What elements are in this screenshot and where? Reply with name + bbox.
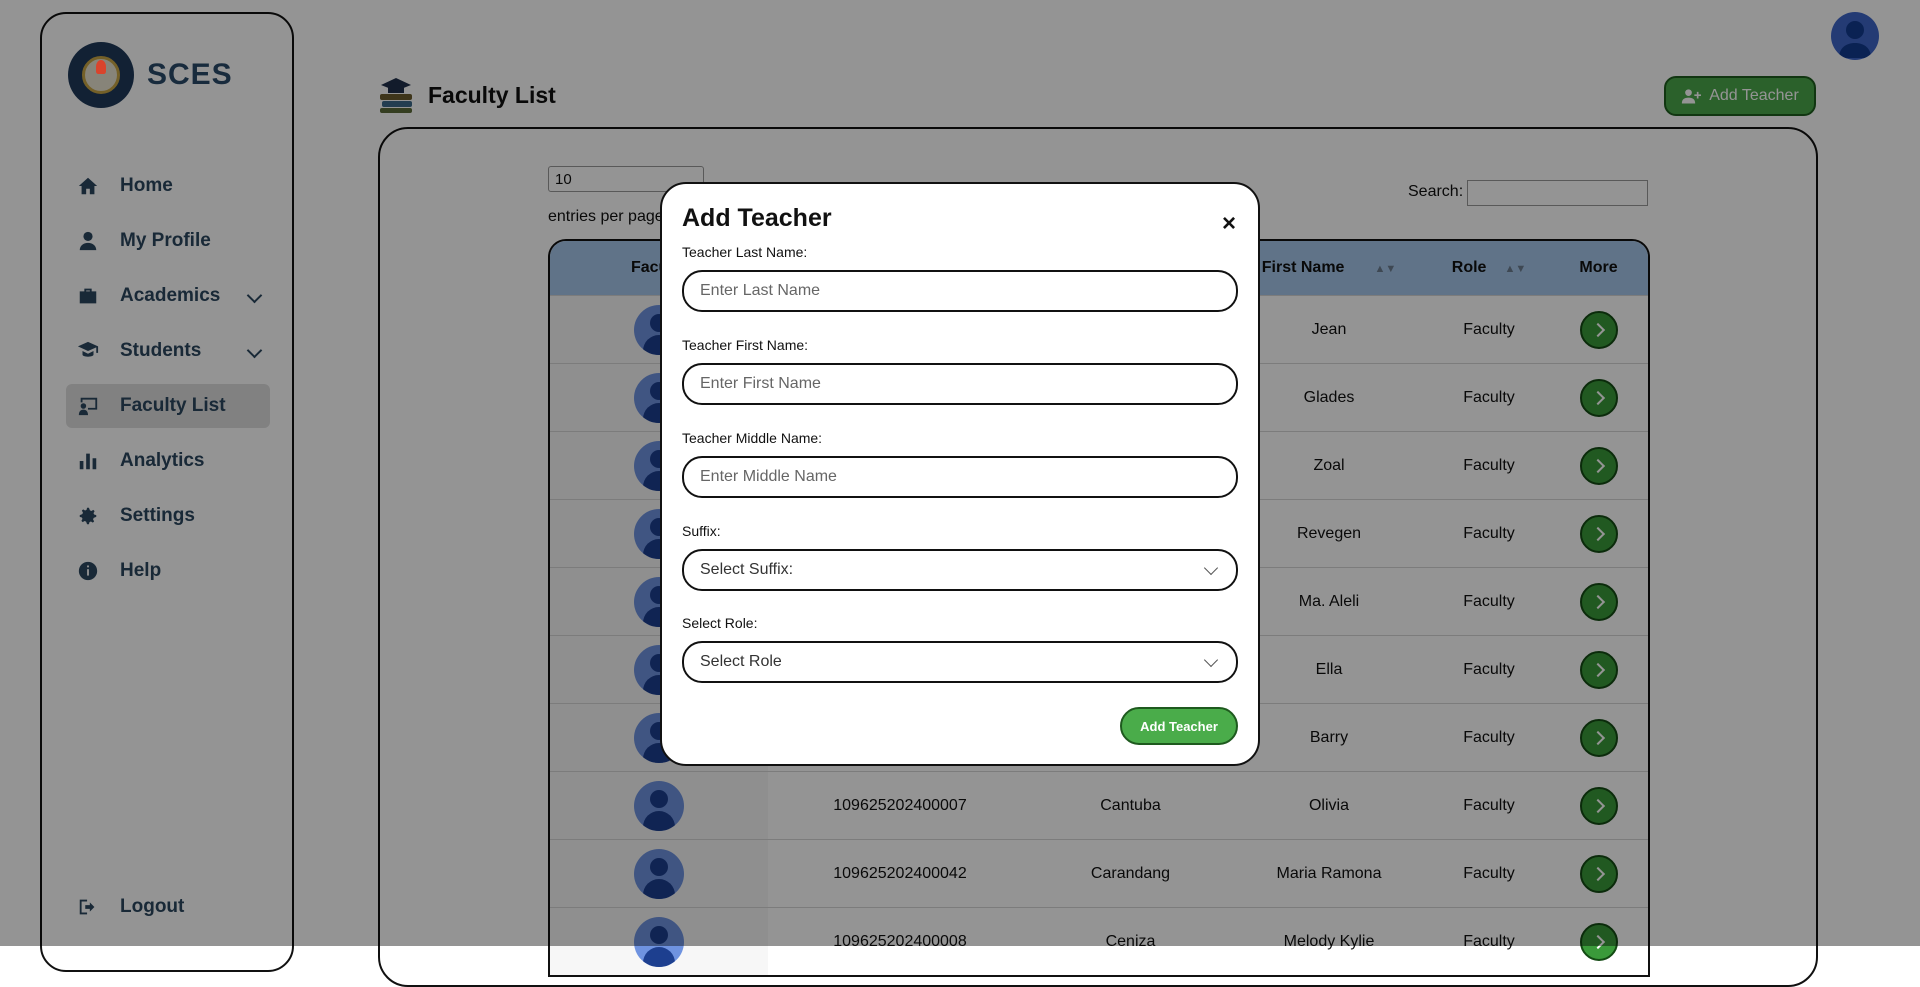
chevron-down-icon — [1203, 560, 1219, 576]
first-name-label: Teacher First Name: — [682, 337, 809, 353]
suffix-select-value: Select Suffix: — [700, 561, 794, 578]
last-name-label: Teacher Last Name: — [682, 244, 808, 260]
modal-title: Add Teacher — [682, 204, 832, 232]
middle-name-input[interactable]: Enter Middle Name — [682, 456, 1238, 498]
suffix-select[interactable]: Select Suffix: — [682, 549, 1238, 591]
last-name-input[interactable]: Enter Last Name — [682, 270, 1238, 312]
role-select[interactable]: Select Role — [682, 641, 1238, 683]
submit-add-teacher-button[interactable]: Add Teacher — [1120, 707, 1238, 745]
role-select-value: Select Role — [700, 653, 782, 670]
chevron-down-icon — [1203, 652, 1219, 668]
close-icon[interactable]: × — [1222, 212, 1236, 236]
add-teacher-modal: Add Teacher × Teacher Last Name: Enter L… — [660, 182, 1260, 766]
middle-name-label: Teacher Middle Name: — [682, 430, 823, 446]
suffix-label: Suffix: — [682, 523, 721, 539]
first-name-input[interactable]: Enter First Name — [682, 363, 1238, 405]
role-label: Select Role: — [682, 615, 758, 631]
